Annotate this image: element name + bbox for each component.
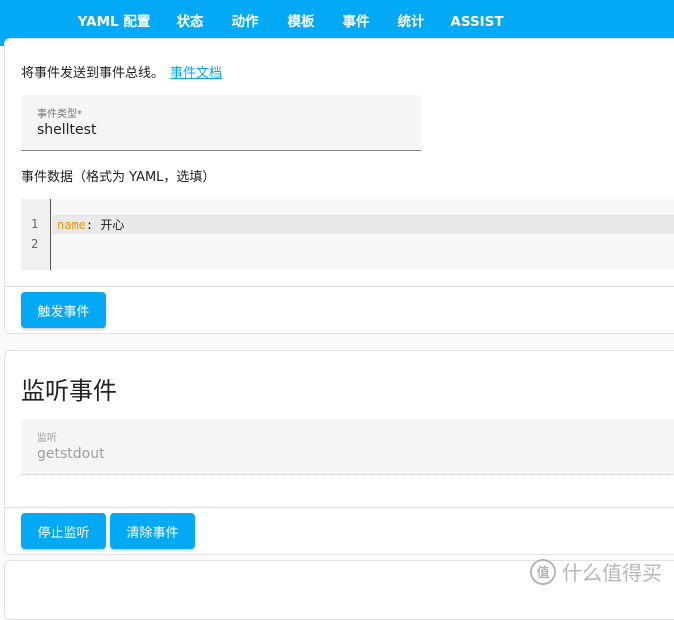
line-number: 2	[31, 237, 38, 251]
card-actions-divider	[4, 507, 674, 508]
yaml-separator: :	[86, 218, 100, 232]
watermark-text: 什么值得买	[562, 557, 662, 586]
yaml-key: name	[57, 218, 86, 232]
active-line-highlight	[52, 215, 674, 234]
stop-listening-button[interactable]: 停止监听	[21, 513, 106, 549]
event-data-editor[interactable]: 1 2 name: 开心	[21, 199, 674, 270]
code-line[interactable]: name: 开心	[57, 216, 124, 233]
watermark-logo-icon: 值	[530, 559, 556, 585]
card-actions-divider	[4, 286, 674, 287]
fire-event-card	[4, 38, 674, 334]
event-type-label: 事件类型*	[37, 105, 82, 120]
event-type-input[interactable]: shelltest	[37, 122, 96, 138]
event-data-label: 事件数据（格式为 YAML，选填）	[21, 166, 215, 185]
event-type-field[interactable]: 事件类型* shelltest	[21, 95, 421, 151]
clear-events-button[interactable]: 清除事件	[110, 513, 195, 549]
line-number-gutter: 1 2	[21, 199, 51, 270]
listen-event-label: 监听	[37, 429, 57, 444]
yaml-value: 开心	[100, 218, 124, 232]
line-number: 1	[31, 217, 38, 231]
watermark: 值 什么值得买	[530, 557, 662, 586]
listen-event-field[interactable]: 监听 getstdout	[21, 419, 674, 475]
fire-event-description: 将事件发送到事件总线。事件文档	[21, 62, 222, 81]
listen-events-title: 监听事件	[21, 371, 117, 406]
listen-event-input[interactable]: getstdout	[37, 446, 105, 462]
fire-event-button[interactable]: 触发事件	[21, 292, 106, 328]
event-docs-link[interactable]: 事件文档	[170, 66, 222, 81]
description-text: 将事件发送到事件总线。	[21, 66, 164, 81]
